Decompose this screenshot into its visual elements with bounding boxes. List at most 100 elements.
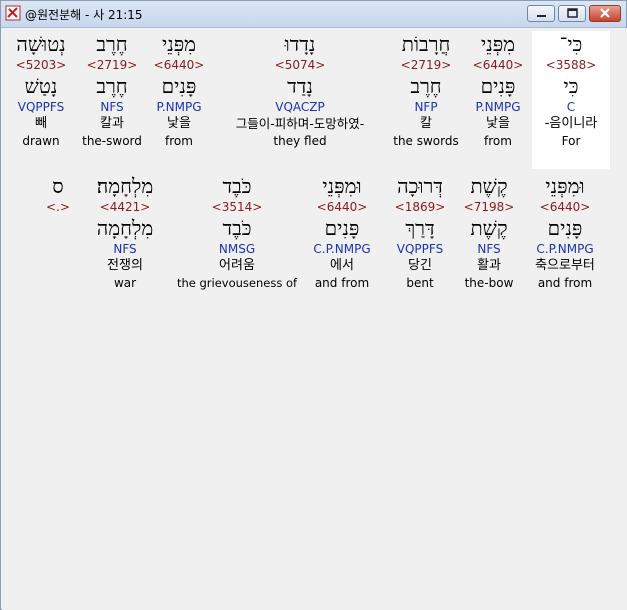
word-card[interactable]: כֹּבֶד <3514> כֹּבֶד NMSG 어려움 the grievo… [174, 173, 300, 311]
lemma: חֶרֶב [96, 74, 128, 98]
korean-gloss: 칼과 [100, 116, 124, 131]
strong-number[interactable]: <6440> [301, 199, 383, 215]
title-bar[interactable]: @원전분해 - 사 21:15 [1, 1, 626, 28]
strong-number[interactable]: <1869> [384, 199, 456, 215]
korean-gloss: 빼 [35, 116, 47, 131]
korean-gloss: 어려움 [219, 258, 255, 273]
english-gloss: war [113, 276, 137, 290]
word-card[interactable]: נְטוּשָׁה <5203> נָטַשׁ VQPPFS 빼 drawn [6, 31, 76, 169]
word-card[interactable]: מִפְּנֵי <6440> פָּנִים P.NMPG 낯을 from [147, 31, 211, 169]
lemma: מִלְחָמָה [96, 216, 154, 240]
word-card[interactable]: חֶרֶב <2719> חֶרֶב NFS 칼과 the-sword [79, 31, 145, 169]
lemma: פָּנִים [161, 74, 197, 98]
korean-gloss: -음이니라 [544, 116, 598, 131]
lemma: נָטַשׁ [24, 74, 58, 98]
strong-number[interactable]: <5203> [6, 57, 76, 73]
korean-gloss: 에서 [330, 258, 354, 273]
lemma: כִּי [563, 74, 579, 98]
hebrew-word: כִּי־ [559, 32, 583, 56]
hebrew-word: כֹּבֶד [222, 174, 252, 198]
english-gloss: drawn [22, 134, 60, 148]
korean-gloss: 낯을 [167, 116, 191, 131]
strong-number[interactable]: <6440> [464, 57, 532, 73]
hebrew-word: מִפְּנֵי [480, 32, 516, 56]
close-button[interactable] [589, 5, 621, 22]
korean-gloss: 칼 [420, 116, 432, 131]
english-gloss: and from [314, 276, 370, 290]
strong-number[interactable]: <2719> [387, 57, 465, 73]
english-gloss: from [165, 134, 193, 148]
hebrew-word: נָדָדוּ [284, 32, 316, 56]
morph-code: NFP [414, 100, 438, 114]
lemma: פָּנִים [547, 216, 583, 240]
hebrew-word: נְטוּשָׁה [16, 32, 66, 56]
hebrew-word: וּמִפְּנֵי [545, 174, 585, 198]
morph-code: C.P.NMPG [536, 242, 594, 256]
morph-code: VQPPFS [17, 100, 65, 114]
korean-gloss: 당긴 [408, 258, 432, 273]
strong-number[interactable]: <3514> [174, 199, 300, 215]
lemma: נָדַד [287, 74, 313, 98]
strong-number[interactable]: <4421> [84, 199, 166, 215]
close-icon [600, 8, 610, 18]
english-gloss: For [561, 134, 581, 148]
strong-number[interactable]: <3588> [532, 57, 610, 73]
strong-number[interactable]: <6440> [524, 199, 606, 215]
strong-number[interactable]: <5074> [215, 57, 385, 73]
morph-code: NFS [477, 242, 501, 256]
morph-code: VQPPFS [396, 242, 444, 256]
korean-gloss: 축으로부터 [535, 258, 595, 273]
hebrew-word: מִלְחָמָה׃ [96, 174, 154, 198]
word-card[interactable]: וּמִפְּנֵי <6440> פָּנִים C.P.NMPG 축으로부터… [524, 173, 606, 311]
hebrew-word: קֶשֶׁת [470, 174, 508, 198]
hebrew-word: דְּרוּכָה [397, 174, 443, 198]
word-card[interactable]: דְּרוּכָה <1869> דָּרַךְ VQPPFS 당긴 bent [384, 173, 456, 311]
english-gloss: they fled [273, 134, 327, 148]
lemma: פָּנִים [324, 216, 360, 240]
strong-number[interactable]: <.> [42, 199, 74, 215]
hebrew-word: מִפְּנֵי [161, 32, 197, 56]
lemma: כֹּבֶד [222, 216, 252, 240]
word-card[interactable]: מִפְּנֵי <6440> פָּנִים P.NMPG 낯을 from [464, 31, 532, 169]
hebrew-word: ס [52, 174, 64, 198]
english-gloss: bent [406, 276, 434, 290]
hebrew-word: חֲרָבוֹת [401, 32, 451, 56]
strong-number[interactable]: <2719> [79, 57, 145, 73]
korean-gloss: 낯을 [486, 116, 510, 131]
english-gloss: the-bow [464, 276, 514, 290]
word-card[interactable]: מִלְחָמָה׃ <4421> מִלְחָמָה NFS 전쟁의 war [84, 173, 166, 311]
morph-code: NFS [100, 100, 124, 114]
word-card[interactable]: וּמִפְּנֵי <6440> פָּנִים C.P.NMPG 에서 an… [301, 173, 383, 311]
morph-code: P.NMPG [475, 100, 521, 114]
morph-code: C [566, 100, 576, 114]
maximize-button[interactable] [558, 5, 586, 22]
hebrew-word: וּמִפְּנֵי [322, 174, 362, 198]
english-gloss: the swords [393, 134, 459, 148]
minimize-icon [537, 15, 546, 17]
lemma: פָּנִים [480, 74, 516, 98]
english-gloss: the grievouseness of [176, 276, 298, 290]
word-card[interactable]: כִּי־ <3588> כִּי C -음이니라 For [532, 31, 610, 169]
word-card[interactable]: נָדָדוּ <5074> נָדַד VQACZP 그들이-피하며-도망하였… [215, 31, 385, 169]
korean-gloss: 전쟁의 [107, 258, 143, 273]
english-gloss: the-sword [82, 134, 142, 148]
app-logo-icon [5, 5, 21, 21]
morph-code: NFS [113, 242, 137, 256]
word-card[interactable]: קֶשֶׁת <7198> קֶשֶׁת NFS 활과 the-bow [458, 173, 520, 311]
minimize-button[interactable] [527, 5, 555, 22]
strong-number[interactable]: <6440> [147, 57, 211, 73]
morph-code: P.NMPG [156, 100, 202, 114]
maximize-icon [567, 8, 578, 18]
english-gloss: and from [537, 276, 593, 290]
hebrew-word: חֶרֶב [96, 32, 128, 56]
lemma: דָּרַךְ [405, 216, 435, 240]
strong-number[interactable]: <7198> [458, 199, 520, 215]
word-card[interactable]: חֲרָבוֹת <2719> חֶרֶב NFP 칼 the swords [387, 31, 465, 169]
korean-gloss: 그들이-피하며-도망하였- [235, 116, 365, 131]
lemma: קֶשֶׁת [470, 216, 508, 240]
word-card[interactable]: ס <.> [42, 173, 74, 311]
english-gloss: from [484, 134, 512, 148]
korean-gloss: 활과 [477, 258, 501, 273]
morph-code: NMSG [218, 242, 256, 256]
window-title: @원전분해 - 사 21:15 [25, 8, 143, 22]
